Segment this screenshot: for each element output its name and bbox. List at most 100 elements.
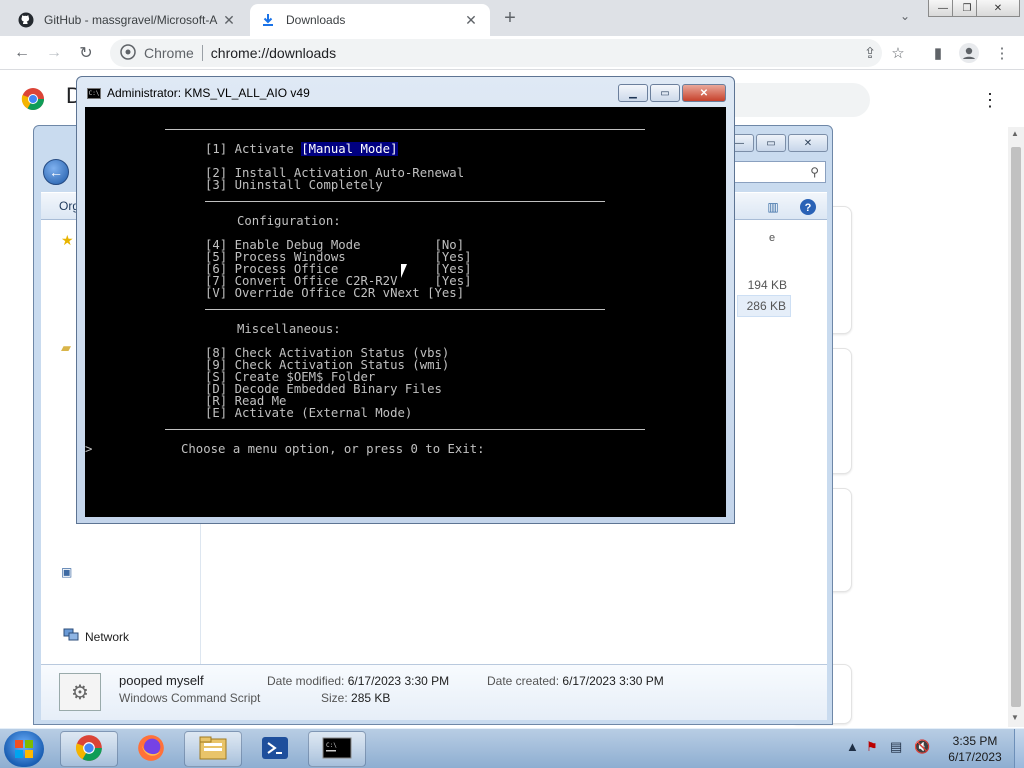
back-arrow-icon[interactable]: ←: [10, 41, 34, 65]
computer-icon[interactable]: ▣: [61, 565, 72, 579]
menu-separator: [165, 129, 645, 130]
url-text: chrome://downloads: [210, 45, 337, 61]
close-button[interactable]: ✕: [788, 134, 828, 152]
bookmark-star-icon[interactable]: ☆: [886, 41, 910, 65]
windows-logo-icon: [15, 740, 33, 758]
details-date-created: Date created: 6/17/2023 3:30 PM: [487, 674, 664, 688]
scroll-down-icon[interactable]: ▼: [1011, 713, 1019, 722]
date-modified-label: Date modified:: [267, 674, 345, 688]
column-header-fragment: e: [769, 232, 776, 244]
site-label: Chrome: [144, 45, 194, 61]
network-label: Network: [85, 629, 130, 644]
chrome-site-icon: [120, 43, 136, 63]
explorer-search-box[interactable]: ⚲: [734, 161, 826, 183]
powershell-icon: [261, 736, 289, 763]
console-window: C:\ Administrator: KMS_VL_ALL_AIO v49 ▁ …: [76, 76, 735, 524]
help-icon[interactable]: ?: [798, 197, 818, 217]
show-desktop-button[interactable]: [1014, 729, 1024, 768]
close-tab-icon[interactable]: ✕: [462, 11, 480, 29]
mouse-pointer-icon: [401, 264, 407, 278]
menu-option-3: [3] Uninstall Completely: [205, 178, 383, 192]
command-prompt-icon: C:\: [322, 737, 352, 762]
show-hidden-icons-icon[interactable]: ▲: [846, 739, 859, 754]
console-window-controls: ▁ ▭ ✕: [618, 84, 726, 102]
script-file-icon: ⚙: [59, 673, 101, 711]
chrome-icon: [75, 734, 103, 765]
details-file-type: Windows Command Script: [119, 691, 261, 705]
github-icon: [18, 12, 34, 28]
details-file-name: pooped myself: [119, 673, 204, 688]
nav-item-network[interactable]: Network: [63, 628, 129, 645]
scroll-up-icon[interactable]: ▲: [1011, 129, 1019, 138]
tab-github[interactable]: GitHub - massgravel/Microsoft-A ✕: [8, 4, 248, 36]
tab-downloads[interactable]: Downloads ✕: [250, 4, 490, 36]
manual-mode-highlight: [Manual Mode]: [301, 142, 398, 156]
configuration-header: Configuration:: [237, 214, 341, 228]
share-icon[interactable]: ⇪: [858, 41, 882, 65]
maximize-button[interactable]: ▭: [650, 84, 680, 102]
volume-muted-icon[interactable]: 🔇: [914, 739, 930, 755]
menu-option-v: [V] Override Office C2R vNext [Yes]: [205, 286, 465, 300]
side-panel-icon[interactable]: ▮: [926, 41, 950, 65]
explorer-window-controls: — ▭ ✕: [724, 134, 828, 152]
network-icon: [63, 628, 79, 645]
browser-toolbar: ← → ↻ Chrome chrome://downloads ⇪ ☆ ▮ ⋮: [0, 36, 1024, 70]
miscellaneous-header: Miscellaneous:: [237, 322, 341, 336]
favorites-star-icon[interactable]: ★: [61, 232, 74, 249]
profile-avatar-icon[interactable]: [957, 41, 981, 65]
page-scrollbar[interactable]: ▲ ▼: [1008, 127, 1024, 727]
input-caret: >: [85, 442, 93, 456]
close-browser-button[interactable]: ✕: [976, 0, 1020, 17]
network-tray-icon[interactable]: ▤: [890, 739, 902, 755]
explorer-details-pane: ⚙ pooped myself Windows Command Script D…: [41, 664, 827, 720]
preview-pane-icon[interactable]: ▥: [763, 197, 783, 217]
omnibox-separator: [201, 45, 203, 61]
clock-date: 6/17/2023: [948, 750, 1002, 764]
taskbar-command-prompt[interactable]: C:\: [308, 731, 366, 767]
scrollbar-thumb[interactable]: [1011, 147, 1021, 707]
svg-text:?: ?: [805, 202, 812, 214]
command-prompt-icon: C:\: [87, 87, 101, 99]
taskbar-powershell[interactable]: [246, 731, 304, 767]
firefox-icon: [137, 734, 165, 765]
file-row-size-selected[interactable]: 286 KB: [737, 295, 791, 317]
file-size: 286 KB: [746, 299, 786, 313]
size-value: 285 KB: [351, 691, 391, 705]
forward-arrow-icon[interactable]: →: [42, 41, 66, 65]
maximize-button[interactable]: ▭: [756, 134, 786, 152]
file-explorer-icon: [198, 735, 228, 764]
browser-tab-strip: GitHub - massgravel/Microsoft-A ✕ Downlo…: [0, 0, 1024, 36]
new-tab-button[interactable]: +: [498, 6, 522, 30]
address-bar[interactable]: Chrome chrome://downloads: [110, 39, 882, 67]
downloads-more-icon[interactable]: ⋮: [980, 88, 1000, 112]
start-button[interactable]: [4, 731, 44, 767]
menu-separator: [205, 309, 605, 310]
size-label: Size:: [321, 691, 348, 705]
console-title: Administrator: KMS_VL_ALL_AIO v49: [107, 86, 310, 100]
date-created-label: Date created:: [487, 674, 560, 688]
explorer-back-icon[interactable]: ←: [43, 159, 69, 185]
minimize-button[interactable]: ▁: [618, 84, 648, 102]
action-center-icon[interactable]: ⚑: [866, 739, 878, 755]
menu-separator: [165, 429, 645, 430]
taskbar-file-explorer[interactable]: [184, 731, 242, 767]
file-row-size[interactable]: 194 KB: [737, 274, 791, 296]
taskbar-clock[interactable]: 3:35 PM 6/17/2023: [940, 733, 1010, 765]
libraries-folder-icon[interactable]: ▰: [61, 340, 71, 356]
chrome-logo-icon: [21, 87, 45, 114]
download-icon: [260, 12, 276, 28]
menu-separator: [205, 201, 605, 202]
reload-icon[interactable]: ↻: [74, 41, 98, 65]
close-button[interactable]: ✕: [682, 84, 726, 102]
option-1-label: [1] Activate: [205, 142, 302, 156]
chevron-down-icon[interactable]: ⌄: [894, 0, 916, 32]
taskbar-firefox[interactable]: [122, 731, 180, 767]
console-output[interactable]: [1] Activate [Manual Mode] [2] Install A…: [85, 107, 726, 517]
chrome-menu-icon[interactable]: ⋮: [990, 41, 1014, 65]
console-titlebar[interactable]: C:\ Administrator: KMS_VL_ALL_AIO v49: [87, 86, 310, 100]
file-size: 194 KB: [747, 278, 787, 292]
close-tab-icon[interactable]: ✕: [220, 11, 238, 29]
menu-option-e: [E] Activate (External Mode): [205, 406, 413, 420]
menu-prompt: Choose a menu option, or press 0 to Exit…: [181, 442, 485, 456]
taskbar-chrome[interactable]: [60, 731, 118, 767]
